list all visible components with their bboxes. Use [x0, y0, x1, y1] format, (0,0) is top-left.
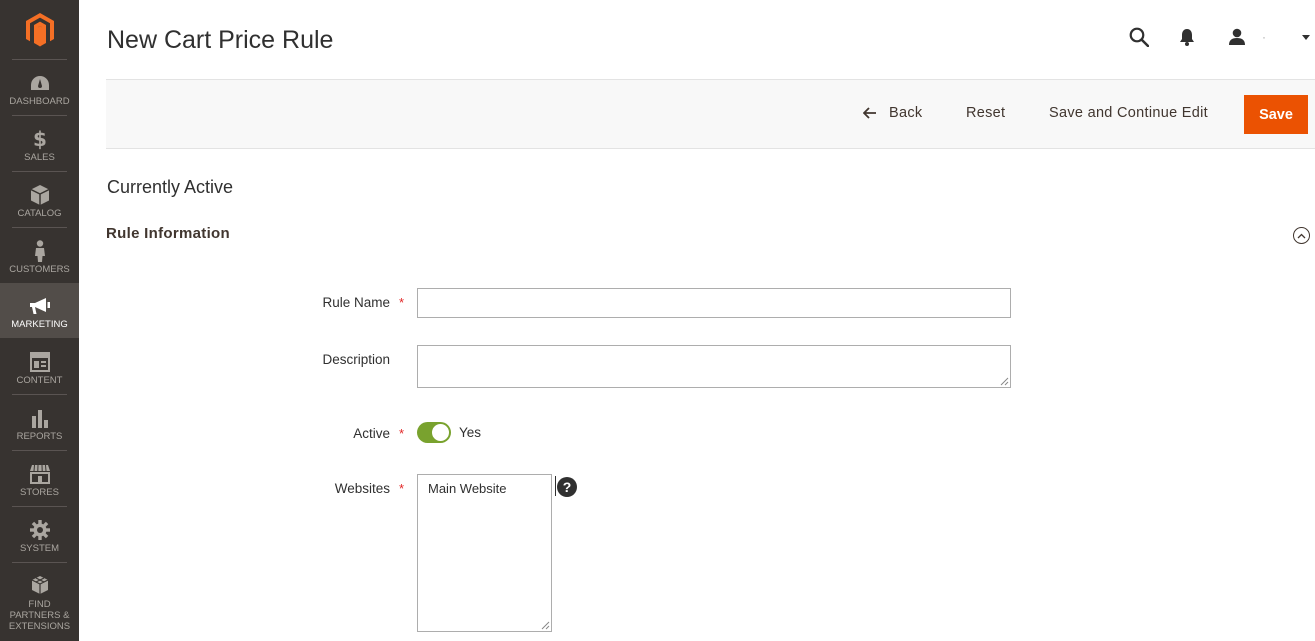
sidebar-item-label: CUSTOMERS — [9, 264, 70, 275]
sidebar-item-customers[interactable]: CUSTOMERS — [0, 228, 79, 283]
sidebar-item-label: DASHBOARD — [9, 96, 70, 107]
bar-chart-icon — [29, 407, 51, 429]
magento-logo[interactable] — [0, 0, 79, 59]
magento-logo-icon — [25, 12, 54, 46]
reset-button[interactable]: Reset — [966, 105, 1005, 121]
required-asterisk: * — [399, 295, 405, 310]
sidebar-item-label: CATALOG — [17, 208, 62, 219]
page-actions-bar: Back Reset Save and Continue Edit Save — [106, 79, 1315, 149]
store-icon — [29, 463, 51, 485]
save-button-label: Save — [1259, 106, 1293, 123]
sidebar-item-label: FIND PARTNERS & EXTENSIONS — [8, 599, 71, 632]
arrow-left-icon — [863, 107, 876, 119]
active-label: Active — [353, 426, 390, 441]
cubes-icon — [29, 575, 51, 597]
active-toggle-text: Yes — [459, 425, 482, 440]
section-title[interactable]: Rule Information — [106, 225, 230, 242]
sidebar-item-sales[interactable]: $ SALES — [0, 116, 79, 171]
resize-handle-icon[interactable] — [1000, 377, 1009, 386]
required-asterisk: * — [399, 481, 405, 496]
layout-icon — [29, 351, 51, 373]
description-label: Description — [322, 352, 390, 367]
sidebar-item-label: SYSTEM — [19, 543, 60, 554]
active-toggle[interactable] — [417, 422, 451, 443]
dashboard-icon — [29, 72, 51, 94]
dollar-icon: $ — [29, 128, 51, 150]
sidebar-item-dashboard[interactable]: DASHBOARD — [0, 60, 79, 115]
websites-multiselect[interactable]: Main Website — [417, 474, 552, 632]
save-and-continue-button[interactable]: Save and Continue Edit — [1049, 105, 1208, 121]
help-separator — [555, 476, 556, 496]
websites-option[interactable]: Main Website — [428, 481, 507, 496]
sidebar-item-label: SALES — [24, 152, 55, 163]
gear-icon — [29, 519, 51, 541]
sidebar-item-reports[interactable]: REPORTS — [0, 395, 79, 450]
page-title: New Cart Price Rule — [107, 26, 334, 54]
person-icon — [29, 240, 51, 262]
required-asterisk: * — [399, 426, 405, 441]
back-button-label: Back — [889, 105, 923, 121]
sidebar-item-marketing[interactable]: MARKETING — [0, 283, 79, 338]
back-button[interactable]: Back — [863, 105, 922, 121]
resize-handle-icon[interactable] — [541, 621, 550, 630]
sidebar-item-system[interactable]: SYSTEM — [0, 507, 79, 562]
help-icon[interactable]: ? — [557, 477, 577, 497]
sidebar-item-label: REPORTS — [16, 431, 63, 442]
chevron-down-icon[interactable] — [1300, 25, 1312, 49]
box-icon — [29, 184, 51, 206]
toggle-knob — [431, 423, 450, 442]
sidebar-item-stores[interactable]: STORES — [0, 451, 79, 506]
description-textarea[interactable] — [417, 345, 1011, 388]
search-icon[interactable] — [1128, 25, 1150, 49]
megaphone-icon — [29, 295, 51, 317]
rule-name-label: Rule Name — [322, 295, 390, 310]
reset-button-label: Reset — [966, 105, 1006, 121]
save-and-continue-label: Save and Continue Edit — [1049, 105, 1208, 121]
sidebar-item-label: MARKETING — [11, 319, 68, 330]
svg-text:$: $ — [33, 128, 47, 150]
rule-status: Currently Active — [107, 177, 234, 197]
sidebar-item-catalog[interactable]: CATALOG — [0, 172, 79, 227]
chevron-up-icon[interactable] — [1293, 227, 1310, 244]
admin-sidebar: DASHBOARD $ SALES CATALOG CUSTOMERS MARK… — [0, 0, 79, 641]
bell-icon[interactable] — [1177, 25, 1197, 49]
sidebar-item-find-partners[interactable]: FIND PARTNERS & EXTENSIONS — [0, 563, 79, 641]
user-icon[interactable] — [1226, 25, 1248, 49]
sidebar-item-label: STORES — [20, 487, 59, 498]
rule-name-input[interactable] — [417, 288, 1011, 318]
websites-label: Websites — [334, 481, 390, 496]
save-button[interactable]: Save — [1244, 95, 1308, 134]
sidebar-item-label: CONTENT — [16, 375, 63, 386]
user-name[interactable]: · — [1262, 30, 1266, 44]
sidebar-item-content[interactable]: CONTENT — [0, 339, 79, 394]
